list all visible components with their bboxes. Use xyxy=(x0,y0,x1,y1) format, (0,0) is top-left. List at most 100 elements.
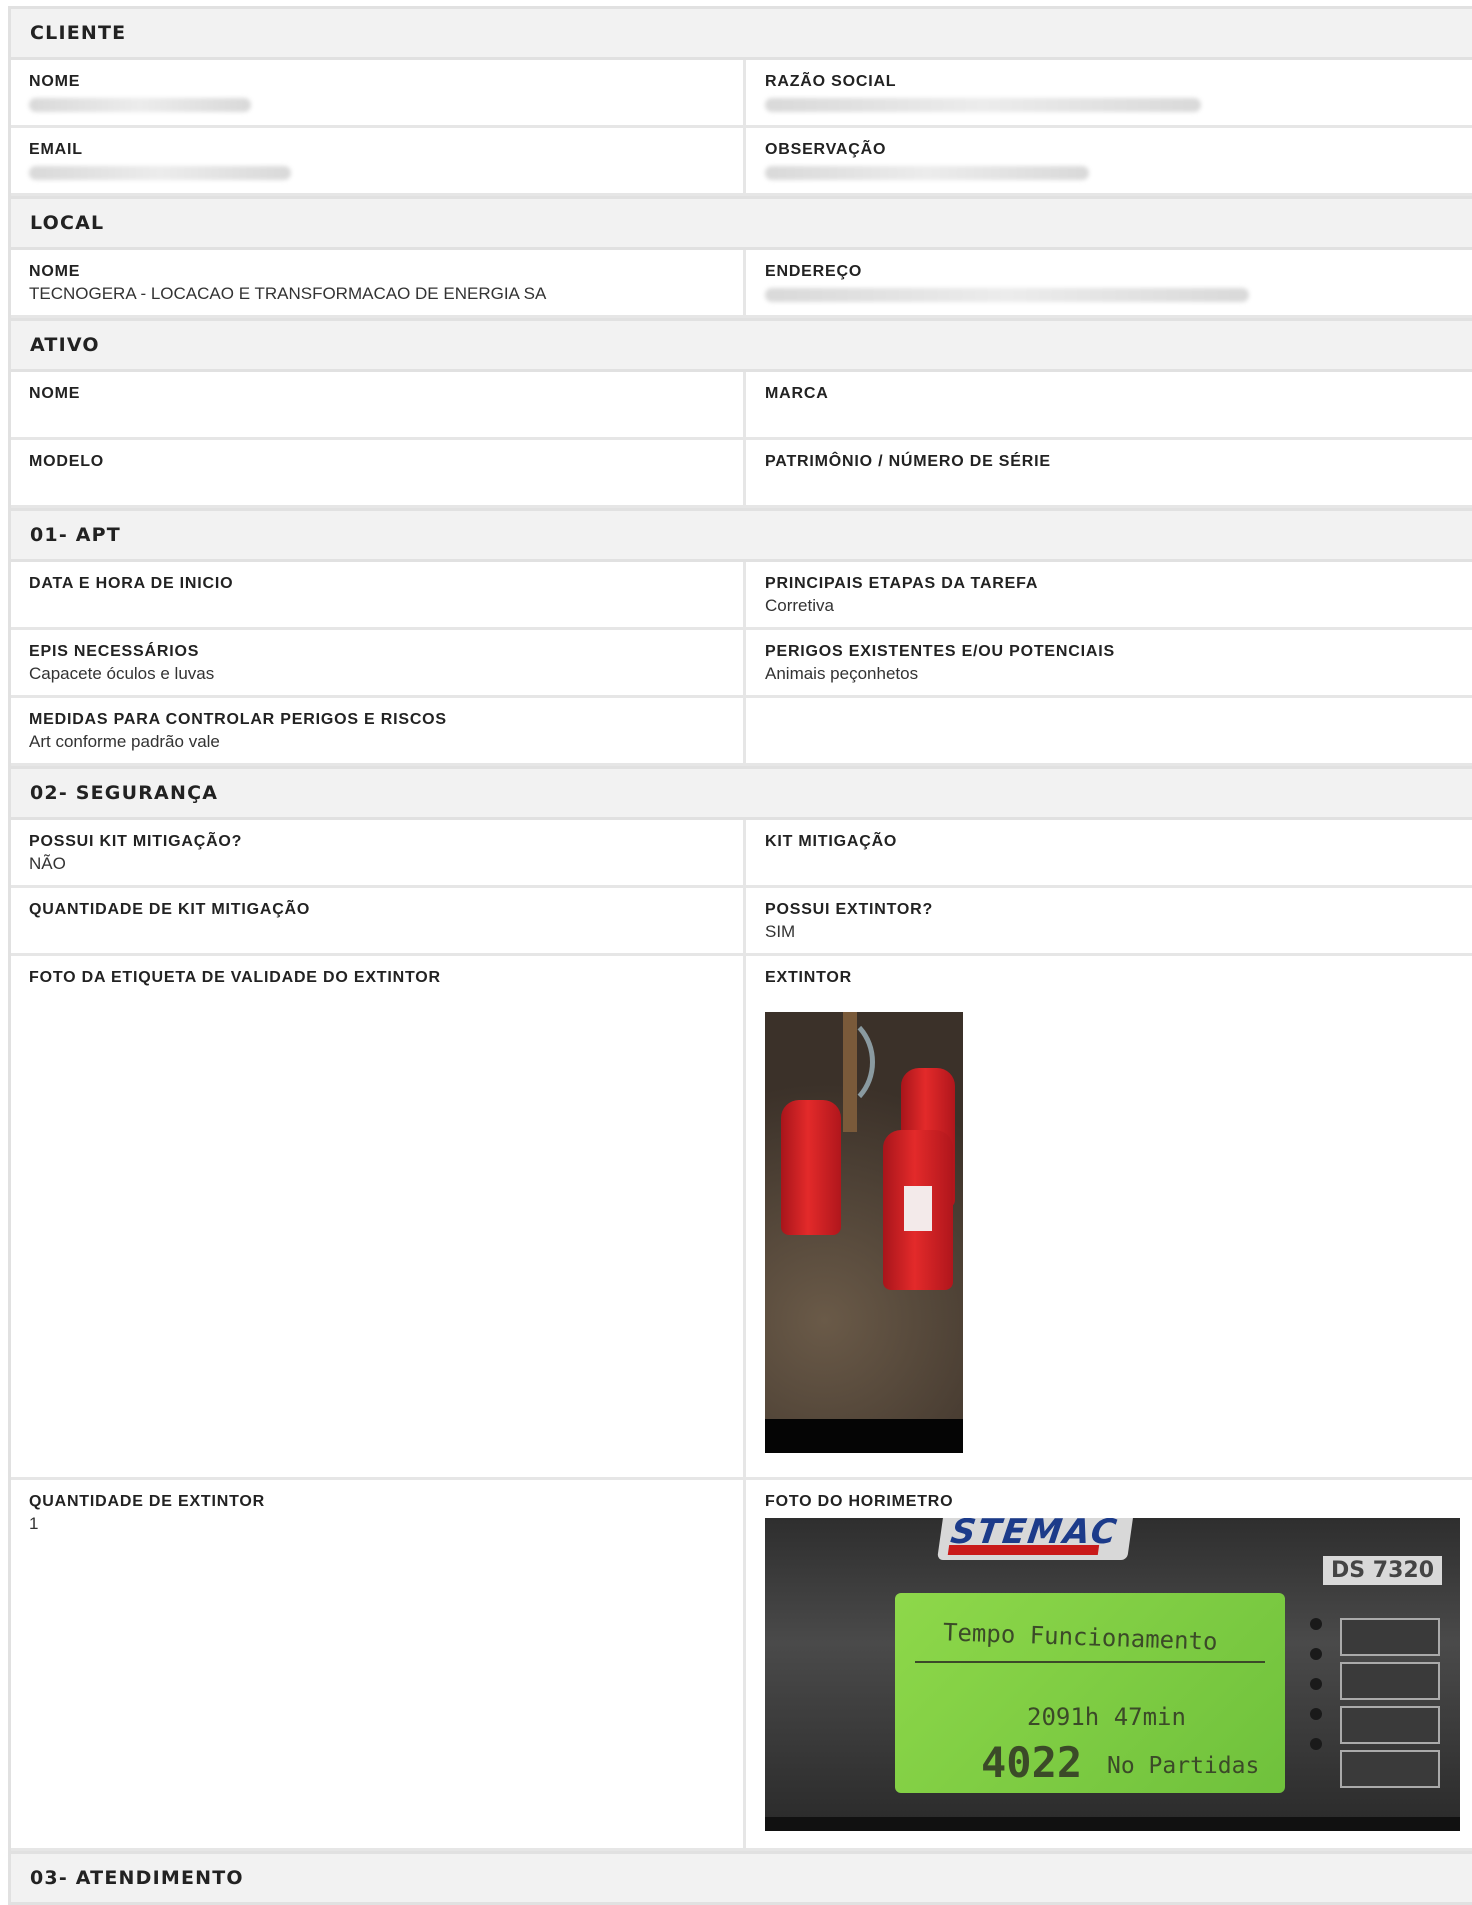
field-label: ENDEREÇO xyxy=(765,263,863,280)
field-label: DATA E HORA DE INICIO xyxy=(29,575,234,592)
field-label: PRINCIPAIS ETAPAS DA TAREFA xyxy=(765,575,1039,592)
section-title: ATIVO xyxy=(30,334,100,356)
section-title: 01- APT xyxy=(30,524,121,546)
row-seg-4: QUANTIDADE DE EXTINTOR 1 FOTO DO HORIMET… xyxy=(11,1480,1472,1851)
field-label: QUANTIDADE DE KIT MITIGAÇÃO xyxy=(29,901,311,918)
redacted-value xyxy=(765,98,1201,112)
field-cliente-email: EMAIL xyxy=(11,128,746,193)
redacted-value xyxy=(765,288,1249,302)
section-header-local: LOCAL xyxy=(11,196,1472,250)
field-label: QUANTIDADE DE EXTINTOR xyxy=(29,1493,265,1510)
field-label: MARCA xyxy=(765,385,829,402)
field-label: OBSERVAÇÃO xyxy=(765,141,887,158)
field-foto-horimetro: FOTO DO HORIMETRO STEMAC DS 7320 Tempo F… xyxy=(746,1480,1472,1848)
section-title: 02- SEGURANÇA xyxy=(30,782,219,804)
field-qtd-kit: QUANTIDADE DE KIT MITIGAÇÃO xyxy=(11,888,746,953)
row-apt-2: EPIS NECESSÁRIOS Capacete óculos e luvas… xyxy=(11,630,1472,698)
row-ativo-1: NOME MARCA xyxy=(11,372,1472,440)
row-apt-3: MEDIDAS PARA CONTROLAR PERIGOS E RISCOS … xyxy=(11,698,1472,766)
field-label: PERIGOS EXISTENTES E/OU POTENCIAIS xyxy=(765,643,1115,660)
row-local-1: NOME TECNOGERA - LOCACAO E TRANSFORMACAO… xyxy=(11,250,1472,318)
field-possui-extintor: POSSUI EXTINTOR? SIM xyxy=(746,888,1472,953)
field-ativo-nome: NOME xyxy=(11,372,746,437)
field-label: KIT MITIGAÇÃO xyxy=(765,833,898,850)
photo-timestamp-bar xyxy=(765,1817,1460,1831)
field-value: NÃO xyxy=(29,854,66,873)
field-apt-etapas: PRINCIPAIS ETAPAS DA TAREFA Corretiva xyxy=(746,562,1472,627)
field-label: MEDIDAS PARA CONTROLAR PERIGOS E RISCOS xyxy=(29,711,447,728)
lcd-divider xyxy=(915,1661,1265,1663)
field-label: POSSUI KIT MITIGAÇÃO? xyxy=(29,833,243,850)
section-header-apt: 01- APT xyxy=(11,508,1472,562)
controller-model: DS 7320 xyxy=(1323,1556,1442,1585)
section-header-cliente: CLIENTE xyxy=(11,6,1472,60)
field-foto-etiqueta: FOTO DA ETIQUETA DE VALIDADE DO EXTINTOR xyxy=(11,956,746,1477)
panel-buttons xyxy=(1340,1618,1440,1788)
redacted-value xyxy=(29,166,291,180)
lcd-display: Tempo Funcionamento 2091h 47min 4022 No … xyxy=(895,1593,1285,1793)
field-label: EPIS NECESSÁRIOS xyxy=(29,643,200,660)
field-label: NOME xyxy=(29,385,81,402)
photo-timestamp-bar xyxy=(765,1419,963,1453)
field-cliente-observacao: OBSERVAÇÃO xyxy=(746,128,1472,193)
field-possui-kit: POSSUI KIT MITIGAÇÃO? NÃO xyxy=(11,820,746,885)
row-seg-1: POSSUI KIT MITIGAÇÃO? NÃO KIT MITIGAÇÃO xyxy=(11,820,1472,888)
field-apt-data-hora: DATA E HORA DE INICIO xyxy=(11,562,746,627)
field-cliente-nome: NOME xyxy=(11,60,746,125)
extinguisher-label xyxy=(904,1186,932,1231)
field-value: Art conforme padrão vale xyxy=(29,732,220,751)
row-seg-3: FOTO DA ETIQUETA DE VALIDADE DO EXTINTOR… xyxy=(11,956,1472,1480)
brand-logo: STEMAC xyxy=(937,1518,1133,1560)
field-value: TECNOGERA - LOCACAO E TRANSFORMACAO DE E… xyxy=(29,284,547,303)
lcd-line-starts: 4022 xyxy=(981,1738,1083,1787)
row-seg-2: QUANTIDADE DE KIT MITIGAÇÃO POSSUI EXTIN… xyxy=(11,888,1472,956)
field-value: Corretiva xyxy=(765,596,834,615)
section-title: 03- ATENDIMENTO xyxy=(30,1867,244,1889)
section-header-atendimento: 03- ATENDIMENTO xyxy=(11,1851,1472,1905)
photo-hose xyxy=(785,1012,875,1112)
section-title: CLIENTE xyxy=(30,22,127,44)
indicator-dots xyxy=(1310,1618,1322,1768)
field-label: EMAIL xyxy=(29,141,83,158)
field-label: FOTO DA ETIQUETA DE VALIDADE DO EXTINTOR xyxy=(29,969,441,986)
lcd-line-title: Tempo Funcionamento xyxy=(942,1618,1218,1656)
field-value: Capacete óculos e luvas xyxy=(29,664,215,683)
section-header-ativo: ATIVO xyxy=(11,318,1472,372)
field-cliente-razao-social: RAZÃO SOCIAL xyxy=(746,60,1472,125)
row-cliente-2: EMAIL OBSERVAÇÃO xyxy=(11,128,1472,196)
report-page: CLIENTE NOME RAZÃO SOCIAL EMAIL OBSERVAÇ… xyxy=(8,6,1472,1905)
row-cliente-1: NOME RAZÃO SOCIAL xyxy=(11,60,1472,128)
row-apt-1: DATA E HORA DE INICIO PRINCIPAIS ETAPAS … xyxy=(11,562,1472,630)
field-label: EXTINTOR xyxy=(765,969,853,986)
field-label: POSSUI EXTINTOR? xyxy=(765,901,934,918)
field-value: 1 xyxy=(29,1514,39,1533)
redacted-value xyxy=(29,98,251,112)
brand-stripe xyxy=(947,1545,1100,1555)
extinguisher-photo[interactable] xyxy=(765,1012,963,1453)
lcd-line-hours: 2091h 47min xyxy=(1027,1703,1186,1731)
section-title: LOCAL xyxy=(30,212,105,234)
field-qtd-extintor: QUANTIDADE DE EXTINTOR 1 xyxy=(11,1480,746,1848)
field-local-nome: NOME TECNOGERA - LOCACAO E TRANSFORMACAO… xyxy=(11,250,746,315)
field-ativo-marca: MARCA xyxy=(746,372,1472,437)
field-label: PATRIMÔNIO / NÚMERO DE SÉRIE xyxy=(765,453,1051,470)
field-empty xyxy=(746,698,1472,763)
field-local-endereco: ENDEREÇO xyxy=(746,250,1472,315)
extinguisher-shape xyxy=(883,1130,953,1290)
extinguisher-shape xyxy=(781,1100,841,1235)
field-label: MODELO xyxy=(29,453,105,470)
field-ativo-patrimonio: PATRIMÔNIO / NÚMERO DE SÉRIE xyxy=(746,440,1472,505)
field-ativo-modelo: MODELO xyxy=(11,440,746,505)
field-value: Animais peçonhetos xyxy=(765,664,919,683)
field-label: NOME xyxy=(29,73,81,90)
field-label: FOTO DO HORIMETRO xyxy=(765,1493,954,1510)
field-extintor: EXTINTOR xyxy=(746,956,1472,1477)
section-header-seguranca: 02- SEGURANÇA xyxy=(11,766,1472,820)
field-apt-medidas: MEDIDAS PARA CONTROLAR PERIGOS E RISCOS … xyxy=(11,698,746,763)
field-apt-epis: EPIS NECESSÁRIOS Capacete óculos e luvas xyxy=(11,630,746,695)
field-value: SIM xyxy=(765,922,796,941)
hour-meter-photo[interactable]: STEMAC DS 7320 Tempo Funcionamento 2091h… xyxy=(765,1518,1460,1831)
field-apt-perigos: PERIGOS EXISTENTES E/OU POTENCIAIS Anima… xyxy=(746,630,1472,695)
lcd-line-starts-label: No Partidas xyxy=(1107,1753,1260,1779)
redacted-value xyxy=(765,166,1089,180)
